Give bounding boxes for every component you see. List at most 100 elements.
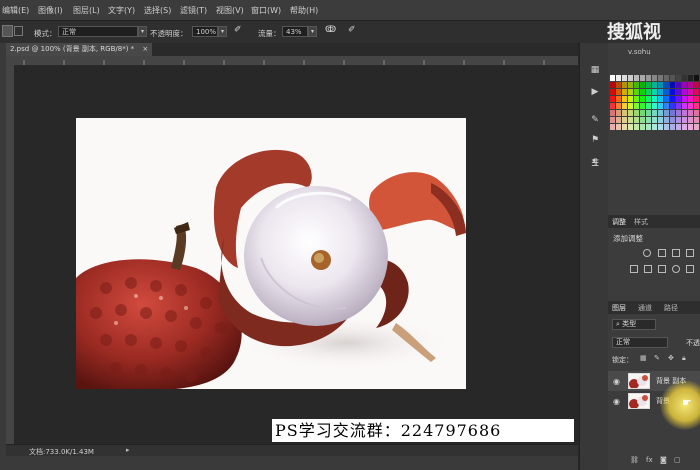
color-swatch[interactable]: [646, 110, 651, 116]
new-layer-icon[interactable]: ▢: [674, 456, 681, 464]
color-swatch[interactable]: [622, 117, 627, 123]
flow-dropdown-arrow[interactable]: ▾: [308, 26, 317, 37]
airbrush-icon[interactable]: ↂ: [325, 25, 336, 35]
color-swatch[interactable]: [634, 124, 639, 130]
color-swatch[interactable]: [646, 96, 651, 102]
blend-mode-select[interactable]: 正常: [612, 337, 668, 348]
menu-item[interactable]: 图层(L): [73, 5, 100, 16]
color-swatch[interactable]: [658, 124, 663, 130]
menu-item[interactable]: 视图(V): [216, 5, 244, 16]
color-swatch[interactable]: [658, 75, 663, 81]
color-swatch[interactable]: [664, 75, 669, 81]
color-swatch[interactable]: [610, 117, 615, 123]
color-swatch[interactable]: [640, 82, 645, 88]
history-icon[interactable]: ▦: [590, 65, 600, 75]
color-swatch[interactable]: [694, 124, 699, 130]
color-swatch[interactable]: [694, 96, 699, 102]
lychee-photo[interactable]: [76, 118, 466, 389]
color-swatch[interactable]: [682, 89, 687, 95]
color-swatch[interactable]: [622, 124, 627, 130]
mode-select[interactable]: 正常: [58, 26, 138, 37]
color-swatch[interactable]: [688, 124, 693, 130]
color-swatch[interactable]: [694, 110, 699, 116]
tab-layers[interactable]: 图层: [612, 303, 626, 313]
color-swatch[interactable]: [646, 89, 651, 95]
color-swatch[interactable]: [652, 124, 657, 130]
color-swatch[interactable]: [682, 117, 687, 123]
color-swatch[interactable]: [652, 103, 657, 109]
color-swatch[interactable]: [658, 103, 663, 109]
opacity-field[interactable]: 100%: [192, 26, 218, 37]
color-swatch[interactable]: [670, 110, 675, 116]
color-swatch[interactable]: [628, 96, 633, 102]
brush-panel-icon[interactable]: [14, 26, 23, 36]
color-swatch[interactable]: [634, 82, 639, 88]
lock-transparent-icon[interactable]: ▦: [640, 354, 647, 362]
color-swatch[interactable]: [688, 96, 693, 102]
fx-icon[interactable]: fx: [646, 456, 653, 464]
color-swatch[interactable]: [622, 89, 627, 95]
color-swatch[interactable]: [640, 103, 645, 109]
color-swatch[interactable]: [670, 124, 675, 130]
color-swatch[interactable]: [610, 75, 615, 81]
color-swatch[interactable]: [610, 96, 615, 102]
lock-image-icon[interactable]: ✎: [654, 354, 660, 362]
tab-paths[interactable]: 路径: [664, 303, 678, 313]
color-swatch[interactable]: [652, 117, 657, 123]
color-swatch[interactable]: [628, 117, 633, 123]
color-swatch[interactable]: [616, 96, 621, 102]
color-swatch[interactable]: [616, 75, 621, 81]
actions-icon[interactable]: ▶: [590, 87, 600, 97]
color-swatch[interactable]: [634, 117, 639, 123]
color-swatch[interactable]: [610, 103, 615, 109]
menu-item[interactable]: 窗口(W): [251, 5, 281, 16]
opacity-dropdown-arrow[interactable]: ▾: [218, 26, 227, 37]
color-swatch[interactable]: [646, 75, 651, 81]
color-swatch[interactable]: [634, 89, 639, 95]
black-white-icon[interactable]: [658, 265, 666, 273]
color-swatch[interactable]: [670, 117, 675, 123]
color-swatch[interactable]: [616, 103, 621, 109]
color-swatch[interactable]: [622, 103, 627, 109]
clone-source-icon[interactable]: ⚑: [590, 135, 600, 145]
mask-icon[interactable]: ◙: [660, 456, 667, 464]
color-swatch[interactable]: [616, 117, 621, 123]
color-swatch[interactable]: [688, 110, 693, 116]
color-swatch[interactable]: [688, 117, 693, 123]
color-swatch[interactable]: [640, 89, 645, 95]
color-swatch[interactable]: [694, 82, 699, 88]
color-swatch[interactable]: [670, 103, 675, 109]
tab-channels[interactable]: 通道: [638, 303, 652, 313]
menu-item[interactable]: 帮助(H): [290, 5, 318, 16]
color-swatch[interactable]: [646, 103, 651, 109]
color-swatch[interactable]: [640, 75, 645, 81]
flow-field[interactable]: 43%: [282, 26, 308, 37]
photo-filter-icon[interactable]: [672, 265, 680, 273]
color-swatch[interactable]: [676, 75, 681, 81]
color-swatch[interactable]: [610, 82, 615, 88]
color-swatch[interactable]: [628, 103, 633, 109]
status-arrow-icon[interactable]: ▸: [126, 446, 130, 454]
color-swatch[interactable]: [658, 89, 663, 95]
exposure-icon[interactable]: [686, 249, 694, 257]
color-swatch[interactable]: [652, 82, 657, 88]
color-swatch[interactable]: [652, 110, 657, 116]
pressure-size-icon[interactable]: ✐: [348, 25, 356, 35]
color-swatch[interactable]: [634, 75, 639, 81]
color-swatch[interactable]: [676, 117, 681, 123]
color-swatch[interactable]: [682, 82, 687, 88]
color-swatch[interactable]: [682, 124, 687, 130]
color-swatch[interactable]: [652, 89, 657, 95]
pressure-opacity-icon[interactable]: ✐: [234, 25, 242, 35]
color-swatch[interactable]: [670, 96, 675, 102]
brush-icon[interactable]: ✎: [590, 115, 600, 125]
curves-icon[interactable]: [672, 249, 680, 257]
color-swatch[interactable]: [682, 103, 687, 109]
color-swatch[interactable]: [628, 82, 633, 88]
color-swatch[interactable]: [658, 96, 663, 102]
color-swatch[interactable]: [628, 89, 633, 95]
close-icon[interactable]: ×: [142, 45, 148, 53]
channel-mixer-icon[interactable]: [686, 265, 694, 273]
color-swatch[interactable]: [616, 82, 621, 88]
color-swatch[interactable]: [694, 75, 699, 81]
